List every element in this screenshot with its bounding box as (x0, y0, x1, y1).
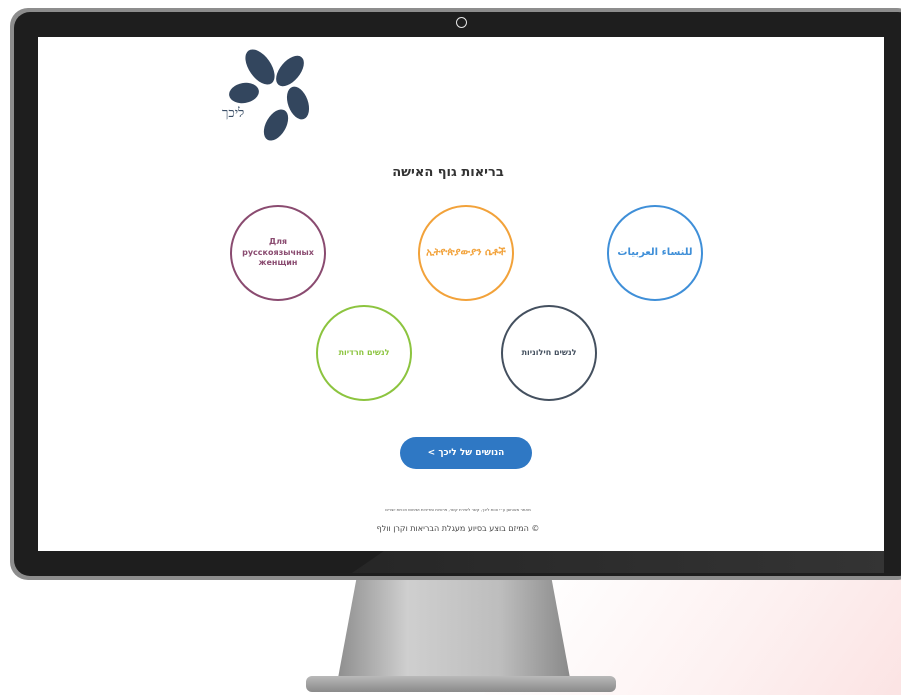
arab-women-circle-button[interactable]: للنساء العربيات (607, 205, 703, 301)
secular-women-label: לנשים חילוניות (521, 347, 577, 357)
footer-copyright: © המיזם בוצע בסיוע מעגלת הבריאות וקרן וו… (376, 524, 540, 533)
russian-speakers-circle-button[interactable]: Для русскоязычных женщин (230, 205, 326, 301)
arab-women-label: للنساء العربيات (617, 247, 693, 259)
logo-wordmark: ליכך (222, 106, 245, 121)
footer-fine-print: מאתר מאוחסן ע״י צוות ליכך, קשר ליצירת קש… (385, 507, 531, 512)
page-title: בריאות גוף האישה (392, 165, 504, 180)
likach-topics-button[interactable]: הנושים של ליכך > (400, 437, 532, 469)
monitor-stand-base (306, 676, 616, 692)
haredi-women-label: לנשים חרדיות (338, 347, 390, 357)
likach-logo-icon (229, 49, 310, 141)
monitor-screen: ליכך בריאות גוף האישה Для русскоязычных … (38, 37, 884, 551)
ethiopian-women-label: ኢትዮጵያውያን ሴቶች (426, 247, 506, 259)
russian-speakers-label: Для русскоязычных женщин (242, 236, 314, 268)
ethiopian-women-circle-button[interactable]: ኢትዮጵያውያን ሴቶች (418, 205, 514, 301)
monitor-stand-neck (338, 578, 570, 678)
bezel-reflection (352, 551, 884, 573)
monitor-mockup: ליכך בריאות גוף האישה Для русскоязычных … (0, 0, 901, 695)
haredi-women-circle-button[interactable]: לנשים חרדיות (316, 305, 412, 401)
secular-women-circle-button[interactable]: לנשים חילוניות (501, 305, 597, 401)
webcam-icon (456, 17, 467, 28)
